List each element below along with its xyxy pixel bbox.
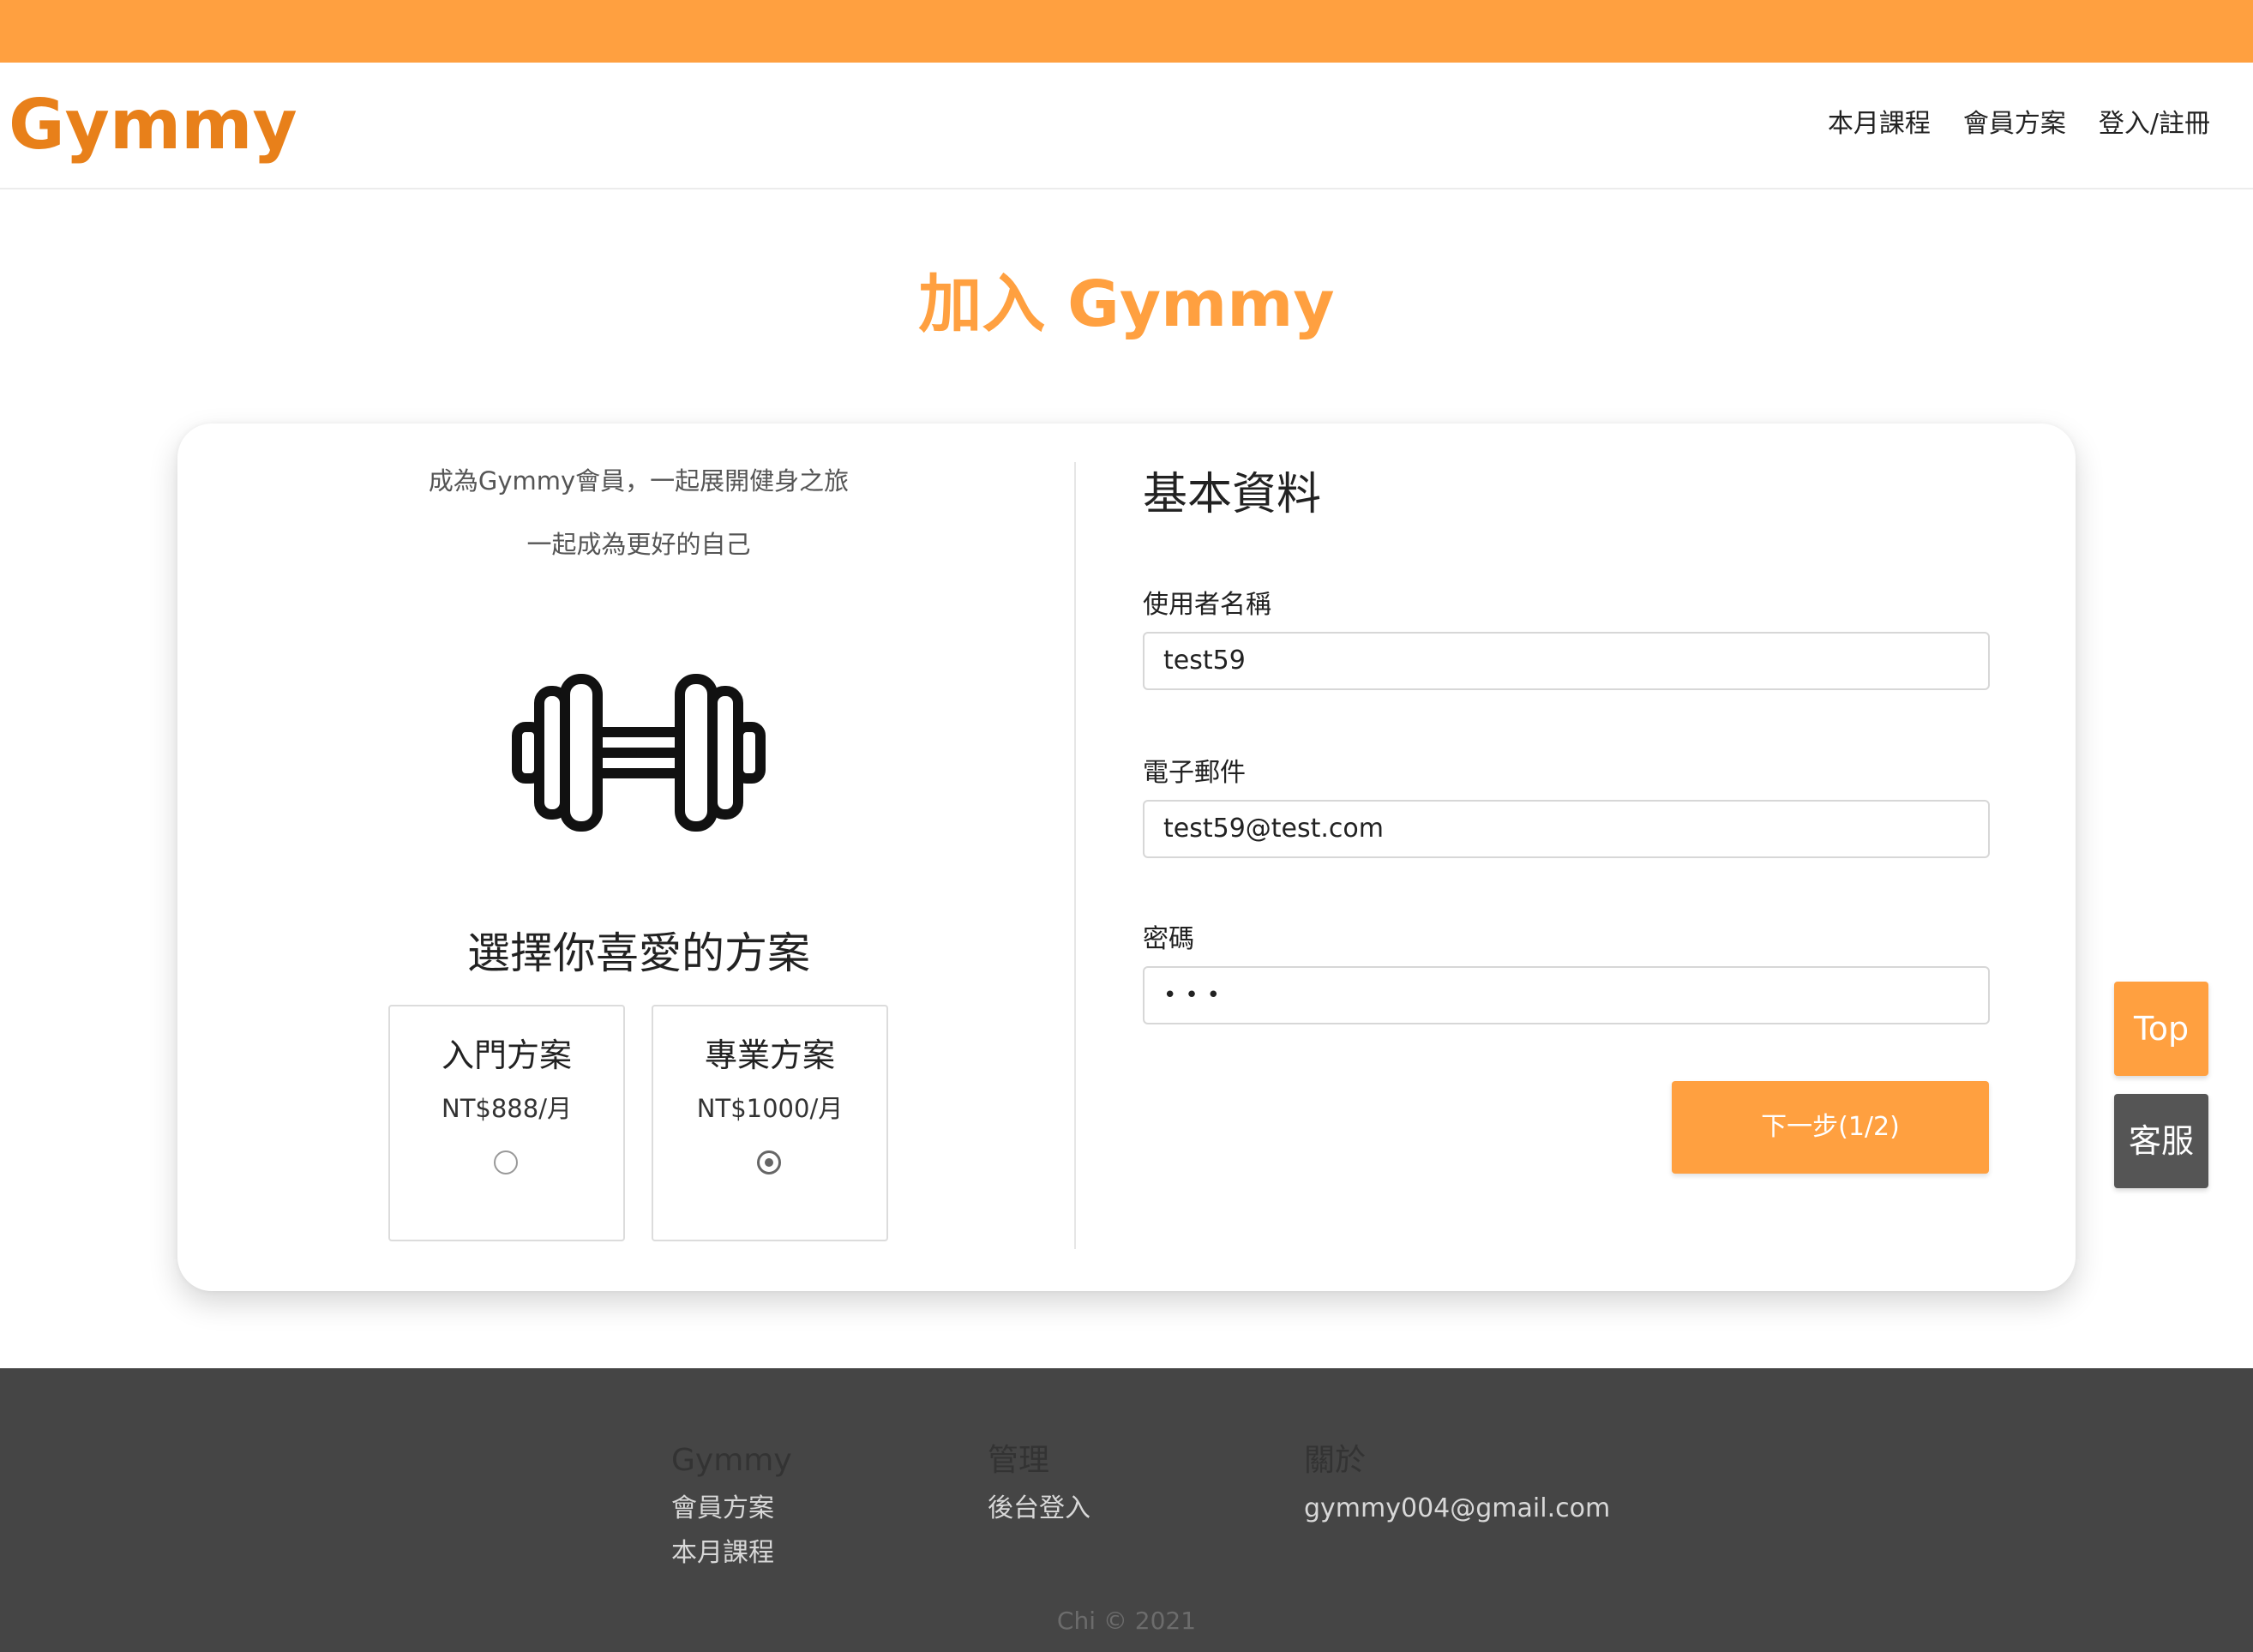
plan-pro-radio[interactable]: [757, 1150, 781, 1174]
nav-item-membership-plans[interactable]: 會員方案: [1963, 104, 2066, 145]
footer-column-gymmy: Gymmy 會員方案 本月課程: [671, 1440, 792, 1576]
signup-card: 成為Gymmy會員，一起展開健身之旅 一起成為更好的自己 選擇你喜愛的方案 入門…: [177, 424, 2076, 1291]
plan-card-pro[interactable]: 專業方案 NT$1000/月: [652, 1005, 888, 1241]
choose-plan-title: 選擇你喜愛的方案: [467, 928, 810, 978]
password-input[interactable]: •••: [1143, 966, 1990, 1024]
basic-info-form: 基本資料 使用者名稱 test59 電子郵件 test59@test.com 密…: [1076, 424, 2076, 1291]
footer-column-about: 關於 gymmy004@gmail.com: [1304, 1440, 1610, 1531]
page-title: 加入 Gymmy: [918, 267, 1335, 341]
nav-item-monthly-courses[interactable]: 本月課程: [1828, 104, 1931, 145]
back-to-top-button[interactable]: Top: [2114, 982, 2208, 1076]
form-title: 基本資料: [1143, 469, 1322, 520]
plan-price: NT$1000/月: [696, 1094, 844, 1123]
site-footer: Gymmy 會員方案 本月課程 管理 後台登入 關於 gymmy004@gmai…: [0, 1368, 2253, 1652]
footer-heading: 管理: [988, 1443, 1050, 1478]
slogan-line-1: 成為Gymmy會員，一起展開健身之旅: [428, 466, 850, 496]
plan-card-basic[interactable]: 入門方案 NT$888/月: [388, 1005, 625, 1241]
nav-item-login-register[interactable]: 登入/註冊: [2099, 104, 2210, 145]
plan-name: 入門方案: [441, 1036, 572, 1074]
email-input[interactable]: test59@test.com: [1143, 800, 1990, 858]
footer-heading: Gymmy: [671, 1443, 792, 1478]
footer-link-email[interactable]: gymmy004@gmail.com: [1304, 1487, 1610, 1531]
site-header: Gymmy 本月課程 會員方案 登入/註冊: [0, 63, 2253, 189]
plan-price: NT$888/月: [442, 1094, 572, 1123]
main-nav: 本月課程 會員方案 登入/註冊: [1828, 104, 2210, 145]
footer-link-monthly-courses[interactable]: 本月課程: [671, 1531, 792, 1576]
plan-panel: 成為Gymmy會員，一起展開健身之旅 一起成為更好的自己 選擇你喜愛的方案 入門…: [177, 424, 1074, 1291]
plan-basic-radio[interactable]: [494, 1150, 518, 1174]
footer-heading: 關於: [1304, 1443, 1367, 1478]
top-accent-bar: [0, 0, 2253, 63]
site-logo[interactable]: Gymmy: [9, 87, 297, 164]
email-label: 電子郵件: [1143, 758, 1246, 788]
dumbbell-icon: [512, 674, 766, 832]
username-label: 使用者名稱: [1143, 590, 1271, 620]
plan-name: 專業方案: [704, 1036, 835, 1074]
copyright-text: Chi © 2021: [1056, 1607, 1197, 1635]
password-label: 密碼: [1143, 924, 1194, 954]
customer-service-button[interactable]: 客服: [2114, 1094, 2208, 1188]
slogan-line-2: 一起成為更好的自己: [526, 530, 751, 559]
footer-column-admin: 管理 後台登入: [988, 1440, 1090, 1531]
footer-link-membership-plans[interactable]: 會員方案: [671, 1487, 792, 1531]
next-step-button[interactable]: 下一步(1/2): [1672, 1081, 1989, 1174]
username-input[interactable]: test59: [1143, 632, 1990, 690]
footer-link-admin-login[interactable]: 後台登入: [988, 1487, 1090, 1531]
